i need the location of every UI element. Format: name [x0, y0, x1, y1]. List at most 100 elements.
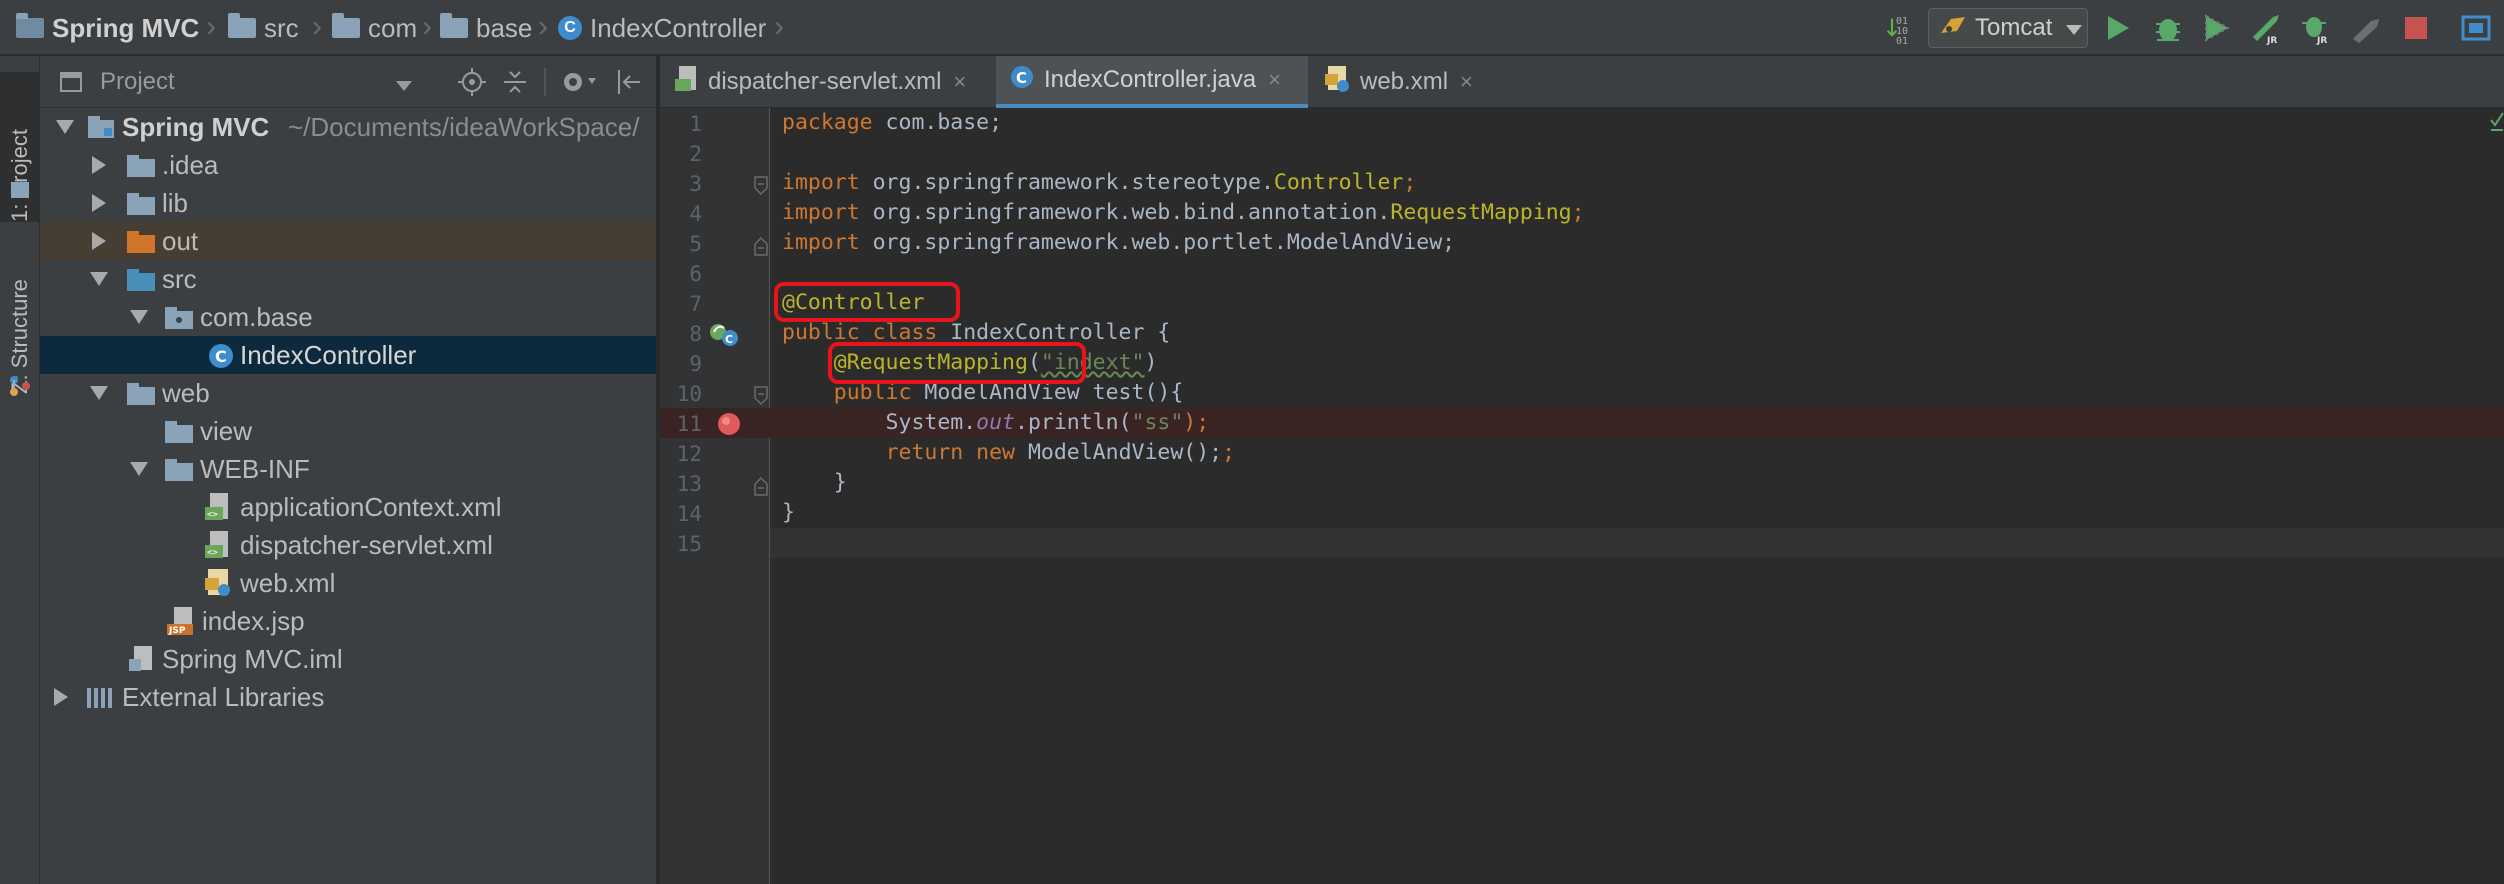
sort-icon[interactable]: ↓ 01 10 01 — [1880, 10, 1916, 46]
structure-tab-icon — [8, 374, 32, 403]
tab-indexcontroller-java[interactable]: C IndexController.java × — [996, 56, 1308, 108]
tree-item-web-xml[interactable]: web.xml — [40, 564, 656, 605]
line-number: 13 — [676, 472, 702, 496]
editor-tabs: dispatcher-servlet.xml × C IndexControll… — [660, 56, 2504, 108]
fold-marker-icon[interactable] — [754, 476, 768, 501]
tab-web-xml[interactable]: web.xml × — [1310, 56, 1500, 108]
breadcrumb-separator: › — [422, 10, 432, 43]
editor-gutter: 1 2 3 4 5 6 7 8 9 10 11 12 13 14 15 C — [660, 108, 770, 884]
line-number: 2 — [689, 142, 702, 166]
tree-item-src[interactable]: src — [40, 260, 656, 299]
expand-arrow-icon[interactable] — [130, 310, 148, 324]
svg-text:<>: <> — [207, 548, 218, 558]
tree-item-out[interactable]: out — [40, 222, 656, 261]
breadcrumb-separator: › — [774, 10, 784, 43]
svg-text:C: C — [215, 347, 227, 366]
attach-icon[interactable] — [2348, 10, 2384, 46]
gear-icon[interactable] — [560, 68, 600, 101]
jrebel-run-icon[interactable]: JR — [2248, 10, 2284, 46]
expand-arrow-icon[interactable] — [92, 194, 106, 212]
project-view-selector[interactable]: Project — [100, 68, 175, 96]
chevron-down-icon[interactable] — [396, 78, 412, 96]
breadcrumb-indexcontroller[interactable]: C IndexController — [558, 10, 766, 46]
project-panel-header: Project — [40, 56, 656, 108]
fold-marker-icon[interactable] — [754, 386, 768, 411]
spring-bean-gutter-icon[interactable]: C — [708, 320, 742, 355]
inspection-ok-icon[interactable] — [2490, 112, 2504, 137]
breadcrumb-separator: › — [206, 10, 216, 43]
line-number: 10 — [676, 382, 702, 406]
line-number: 7 — [689, 292, 702, 316]
code-line-14: } — [782, 500, 795, 525]
module-icon — [16, 13, 44, 38]
project-view-icon — [60, 72, 82, 97]
svg-text:01: 01 — [1896, 36, 1908, 44]
tree-item-web-inf[interactable]: WEB-INF — [40, 450, 656, 488]
expand-arrow-icon[interactable] — [56, 120, 74, 134]
tree-item-external-libraries[interactable]: External Libraries — [40, 678, 656, 717]
tree-item-index-jsp[interactable]: JSP index.jsp — [40, 602, 656, 640]
run-icon[interactable] — [2100, 10, 2136, 46]
folder-icon — [126, 382, 156, 413]
breadcrumb-base[interactable]: base — [440, 10, 532, 46]
breakpoint-icon[interactable] — [716, 411, 742, 442]
collapse-all-icon[interactable] — [502, 68, 528, 101]
tree-item-lib[interactable]: lib — [40, 184, 656, 222]
web-xml-icon — [204, 568, 232, 605]
expand-arrow-icon[interactable] — [92, 156, 106, 174]
web-xml-icon — [1324, 65, 1350, 100]
folder-icon — [164, 420, 194, 451]
fold-marker-icon[interactable] — [754, 236, 768, 261]
source-folder-icon — [126, 268, 156, 299]
project-tab-icon — [9, 180, 31, 205]
folder-icon — [228, 13, 256, 38]
libraries-icon — [86, 686, 116, 717]
structure-tool-tab[interactable]: Z: Structure — [0, 244, 40, 394]
line-number: 14 — [676, 502, 702, 526]
jrebel-debug-icon[interactable]: JR — [2298, 10, 2334, 46]
class-icon: C — [558, 16, 582, 40]
breadcrumb-project[interactable]: Spring MVC — [16, 10, 199, 46]
close-icon[interactable]: × — [953, 69, 966, 95]
tree-item-com-base[interactable]: com.base — [40, 298, 656, 336]
close-icon[interactable]: × — [1268, 67, 1281, 93]
expand-arrow-icon[interactable] — [90, 386, 108, 400]
coverage-icon[interactable] — [2198, 10, 2234, 46]
spring-xml-icon: <> — [204, 492, 232, 529]
expand-arrow-icon[interactable] — [130, 462, 148, 476]
svg-text:<>: <> — [207, 510, 218, 520]
expand-arrow-icon[interactable] — [92, 232, 106, 250]
line-number: 8 — [689, 322, 702, 346]
tab-dispatcher-servlet-xml[interactable]: dispatcher-servlet.xml × — [664, 56, 994, 108]
hide-panel-icon[interactable] — [616, 68, 642, 101]
fold-marker-icon[interactable] — [754, 176, 768, 201]
tree-item-view[interactable]: view — [40, 412, 656, 451]
close-icon[interactable]: × — [1460, 69, 1473, 95]
tree-item-spring-mvc-iml[interactable]: Spring MVC.iml — [40, 640, 656, 678]
tree-item-spring-mvc[interactable]: Spring MVC ~/Documents/ideaWorkSpace/ — [40, 108, 656, 146]
code-editor[interactable]: package com.base; import org.springframe… — [770, 108, 2504, 884]
code-line-4: import org.springframework.web.bind.anno… — [782, 200, 1585, 225]
expand-arrow-icon[interactable] — [54, 688, 68, 706]
tree-item-idea[interactable]: .idea — [40, 146, 656, 184]
highlight-box-controller — [774, 282, 960, 322]
excluded-folder-icon — [126, 230, 156, 261]
code-line-3: import org.springframework.stereotype.Co… — [782, 170, 1417, 195]
breadcrumb-src[interactable]: src — [228, 10, 299, 46]
debug-icon[interactable] — [2150, 10, 2186, 46]
tree-item-web[interactable]: web — [40, 374, 656, 413]
line-number: 11 — [676, 412, 702, 436]
locate-icon[interactable] — [458, 68, 486, 101]
tree-item-dispatcher-servlet-xml[interactable]: <> dispatcher-servlet.xml — [40, 526, 656, 564]
tree-item-applicationcontext-xml[interactable]: <> applicationContext.xml — [40, 488, 656, 529]
expand-arrow-icon[interactable] — [90, 272, 108, 286]
tool-window-strip: 1: Project Z: Structure — [0, 56, 40, 884]
stop-icon[interactable] — [2398, 10, 2434, 46]
run-configuration-select[interactable]: Tomcat — [1928, 8, 2088, 48]
svg-text:C: C — [1016, 69, 1027, 87]
tree-item-indexcontroller[interactable]: C IndexController — [40, 336, 656, 374]
breadcrumb-com[interactable]: com — [332, 10, 417, 46]
line-number: 5 — [689, 232, 702, 256]
layout-icon[interactable] — [2458, 10, 2494, 46]
package-icon — [332, 13, 360, 38]
